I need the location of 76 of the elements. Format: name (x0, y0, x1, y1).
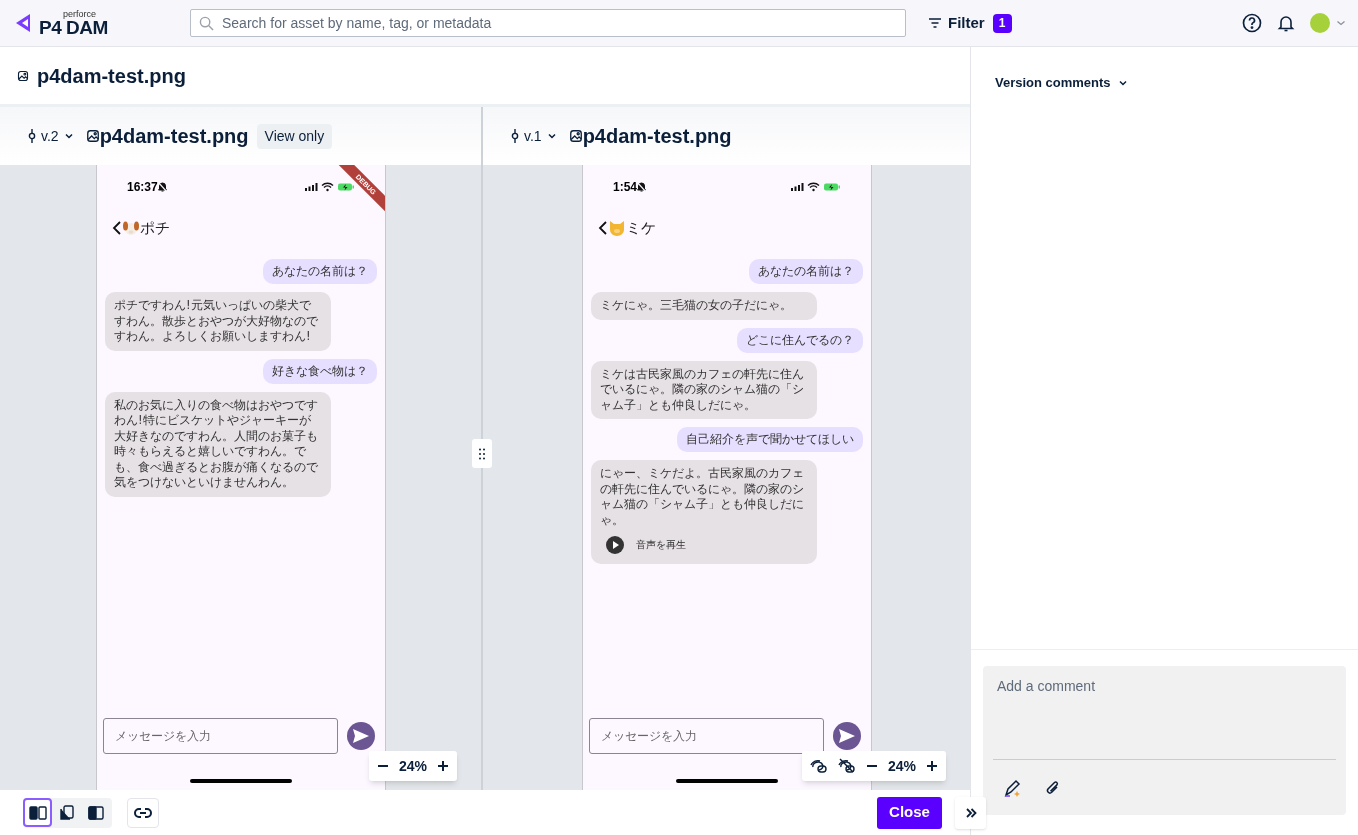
search-input[interactable]: Search for asset by name, tag, or metadata (222, 12, 897, 34)
filter-button[interactable]: Filter 1 (928, 11, 1012, 35)
user-message: あなたの名前は？ (749, 259, 863, 284)
double-chevron-right-icon (964, 806, 977, 819)
grip-icon (479, 447, 485, 460)
commit-icon (28, 129, 36, 143)
send-button[interactable] (833, 722, 861, 750)
message-input[interactable]: メッセージを入力 (589, 718, 824, 754)
filter-label: Filter (948, 12, 985, 33)
zoom-level: 24% (887, 756, 916, 776)
send-icon (353, 729, 369, 743)
notification-bell-icon[interactable] (1276, 13, 1296, 33)
message-input[interactable]: メッセージを入力 (103, 718, 338, 754)
play-icon (606, 536, 624, 554)
user-message: 自己紹介を声で聞かせてほしい (677, 427, 863, 452)
copy-link-button[interactable] (127, 797, 159, 828)
drag-handle[interactable] (472, 439, 492, 468)
muted-bell-icon (157, 182, 167, 192)
message-text: ポチですわん!元気いっぱいの柴犬ですわん。散歩とおやつが大好物なのですわん。よろしくお願いしますわん! (114, 298, 319, 345)
asset-title: p4dam-test.png (37, 63, 186, 89)
file-name: p4dam-test.png (99, 124, 249, 149)
user-message: どこに住んでるの？ (737, 327, 863, 353)
cat-icon (608, 219, 626, 237)
back-icon[interactable] (112, 220, 122, 236)
user-message: 好きな食べ物は？ (263, 358, 377, 384)
show-comments-icon[interactable] (809, 758, 828, 774)
status-icons (791, 182, 841, 192)
search-icon (199, 15, 214, 31)
commit-icon (511, 129, 519, 143)
close-button[interactable]: Close (877, 796, 942, 829)
hide-comments-icon[interactable] (837, 758, 856, 774)
message-text: ミケは古民家風のカフェの軒先に住んでいるにゃ。隣の家のシャム猫の「シャム子」とも仲良しだにゃ。 (600, 366, 805, 413)
expand-panel-button[interactable] (955, 796, 986, 829)
view-only-badge: View only (256, 123, 333, 149)
comment-field[interactable]: Add a comment (983, 666, 1346, 759)
chat-contact-name: ミケ (626, 217, 656, 239)
send-icon (839, 729, 855, 743)
split-view-icon (28, 805, 47, 820)
status-icons (305, 182, 355, 192)
image-icon (85, 129, 100, 143)
search-field[interactable]: Search for asset by name, tag, or metadata (190, 9, 906, 37)
help-icon[interactable] (1242, 13, 1262, 33)
paperclip-icon[interactable] (1045, 778, 1061, 797)
message-text: にゃー、ミケだよ。古民家風のカフェの軒先に住んでいるにゃ。隣の家のシャム猫の「シャム子」とも仲良しだにゃ。 (600, 466, 805, 528)
version-selector[interactable]: v.1 (511, 125, 557, 147)
zoom-in-icon[interactable] (437, 760, 449, 772)
dog-icon (122, 219, 140, 237)
filter-icon (928, 17, 942, 29)
chevron-down-icon (63, 131, 74, 141)
muted-bell-icon (637, 182, 647, 192)
user-message: あなたの名前は？ (263, 259, 377, 284)
chevron-down-icon[interactable] (1336, 18, 1346, 28)
image-icon (568, 129, 583, 143)
version-comments-dropdown[interactable]: Version comments (995, 73, 1128, 93)
chevron-down-icon (546, 131, 557, 141)
chat-contact-name: ポチ (140, 217, 170, 239)
version-selector[interactable]: v.2 (28, 125, 74, 147)
slider-view-icon (87, 805, 104, 820)
message-text: ミケにゃ。三毛猫の女の子だにゃ。 (600, 298, 793, 314)
image-icon (17, 69, 29, 82)
file-name: p4dam-test.png (582, 124, 732, 149)
send-button[interactable] (347, 722, 375, 750)
zoom-level: 24% (398, 756, 427, 776)
pen-icon[interactable] (1003, 777, 1023, 798)
zoom-in-icon[interactable] (926, 760, 938, 772)
brand-tagline: perforce (63, 9, 98, 19)
back-icon[interactable] (598, 220, 608, 236)
status-time: 16:37 (127, 179, 158, 196)
overlay-view-icon (58, 804, 75, 821)
link-icon (134, 807, 152, 818)
message-text: 私のお気に入りの食べ物はおやつですわん!特にビスケットやジャーキーが大好きなのですわん。人間のお菓子も時々もらえると嬉しいですわん。でも、食べ過ぎるとお腹が痛くなるので気をつけないといけませんわん。 (114, 397, 319, 491)
play-audio-button[interactable]: 音声を再生 (606, 536, 686, 554)
status-time: 1:54 (613, 179, 638, 196)
view-mode-button[interactable] (23, 798, 52, 827)
filter-count-badge: 1 (992, 13, 1012, 33)
comment-box[interactable]: Add a comment (983, 666, 1346, 815)
